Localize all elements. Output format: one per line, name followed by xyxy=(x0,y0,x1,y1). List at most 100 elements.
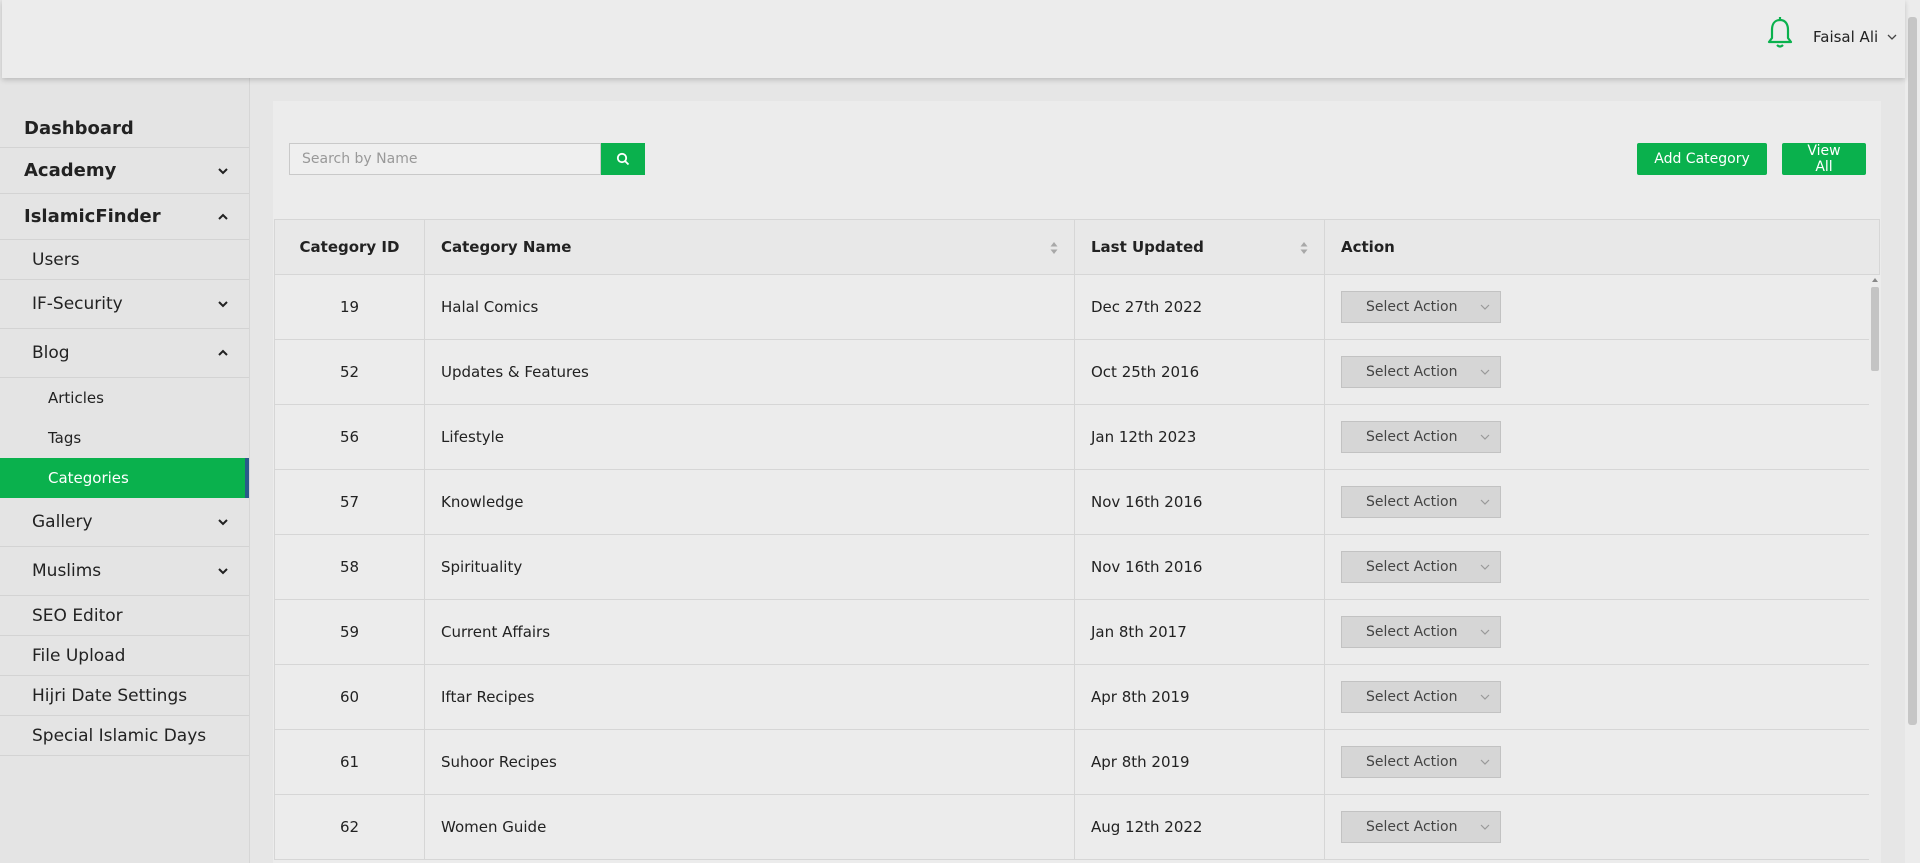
chevron-down-icon xyxy=(1887,34,1897,40)
bell-icon[interactable] xyxy=(1765,16,1795,50)
sidebar-item-label: File Upload xyxy=(32,645,126,666)
category-id-cell: 56 xyxy=(274,404,425,470)
select-action-label: Select Action xyxy=(1366,689,1458,705)
sidebar-item-label: SEO Editor xyxy=(32,605,123,626)
add-category-button[interactable]: Add Category xyxy=(1637,143,1767,175)
select-action-dropdown[interactable]: Select Action xyxy=(1341,421,1501,453)
category-name-cell: Iftar Recipes xyxy=(424,664,1075,730)
select-action-dropdown[interactable]: Select Action xyxy=(1341,486,1501,518)
main-content: Add Category View All Category ID Catego… xyxy=(273,101,1881,863)
select-action-label: Select Action xyxy=(1366,494,1458,510)
user-menu[interactable]: Faisal Ali xyxy=(1813,28,1897,46)
category-name-cell: Spirituality xyxy=(424,534,1075,600)
scroll-up-arrow-icon[interactable] xyxy=(1871,277,1879,283)
search-bar xyxy=(289,143,645,175)
sidebar-item-academy[interactable]: Academy xyxy=(0,148,249,194)
sidebar-item-muslims[interactable]: Muslims xyxy=(0,547,249,596)
category-id-cell: 58 xyxy=(274,534,425,600)
last-updated-cell: Apr 8th 2019 xyxy=(1074,664,1325,730)
column-header-name[interactable]: Category Name xyxy=(424,219,1075,275)
search-input[interactable] xyxy=(289,143,601,175)
select-action-label: Select Action xyxy=(1366,754,1458,770)
chevron-down-icon xyxy=(1480,824,1490,830)
sidebar-item-label: Users xyxy=(32,249,80,270)
category-id-cell: 57 xyxy=(274,469,425,535)
sidebar-item-dashboard[interactable]: Dashboard xyxy=(0,110,249,148)
table-header-row: Category ID Category Name Last Updated A xyxy=(274,219,1880,275)
user-name: Faisal Ali xyxy=(1813,28,1879,46)
sidebar-item-islamicfinder[interactable]: IslamicFinder xyxy=(0,194,249,240)
select-action-label: Select Action xyxy=(1366,559,1458,575)
chevron-down-icon xyxy=(218,519,228,526)
table-scrollbar-thumb[interactable] xyxy=(1871,287,1879,371)
table-body: 19 Halal Comics Dec 27th 2022 Select Action… xyxy=(274,274,1880,860)
last-updated-cell: Nov 16th 2016 xyxy=(1074,534,1325,600)
column-header-updated[interactable]: Last Updated xyxy=(1074,219,1325,275)
category-name-cell: Halal Comics xyxy=(424,274,1075,340)
action-cell: Select Action xyxy=(1324,339,1880,405)
chevron-down-icon xyxy=(1480,434,1490,440)
select-action-dropdown[interactable]: Select Action xyxy=(1341,811,1501,843)
column-header-label: Last Updated xyxy=(1091,238,1204,256)
select-action-label: Select Action xyxy=(1366,429,1458,445)
table-row: 57 Knowledge Nov 16th 2016 Select Action xyxy=(274,469,1880,535)
category-name-cell: Suhoor Recipes xyxy=(424,729,1075,795)
last-updated-cell: Jan 12th 2023 xyxy=(1074,404,1325,470)
sidebar-item-special-islamic-days[interactable]: Special Islamic Days xyxy=(0,716,249,756)
sidebar-item-label: Academy xyxy=(24,160,117,181)
category-id-cell: 60 xyxy=(274,664,425,730)
table-row: 62 Women Guide Aug 12th 2022 Select Action xyxy=(274,794,1880,860)
sidebar-item-label: Special Islamic Days xyxy=(32,725,207,746)
table-row: 52 Updates & Features Oct 25th 2016 Select … xyxy=(274,339,1880,405)
select-action-dropdown[interactable]: Select Action xyxy=(1341,551,1501,583)
select-action-dropdown[interactable]: Select Action xyxy=(1341,291,1501,323)
select-action-dropdown[interactable]: Select Action xyxy=(1341,616,1501,648)
sidebar-item-users[interactable]: Users xyxy=(0,240,249,280)
category-id-cell: 52 xyxy=(274,339,425,405)
sidebar-nav: Dashboard Academy IslamicFinder Users IF-Sec… xyxy=(0,110,249,756)
action-cell: Select Action xyxy=(1324,274,1880,340)
category-id-cell: 19 xyxy=(274,274,425,340)
search-button[interactable] xyxy=(601,143,645,175)
select-action-dropdown[interactable]: Select Action xyxy=(1341,681,1501,713)
top-bar: Faisal Ali xyxy=(2,0,1905,78)
sidebar-item-blog[interactable]: Blog xyxy=(0,329,249,378)
sidebar-item-tags[interactable]: Tags xyxy=(0,418,249,458)
sidebar-item-hijri-date-settings[interactable]: Hijri Date Settings xyxy=(0,676,249,716)
sidebar-item-label: Blog xyxy=(32,343,70,363)
sidebar-item-if-security[interactable]: IF-Security xyxy=(0,280,249,329)
chevron-up-icon xyxy=(218,213,228,220)
select-action-dropdown[interactable]: Select Action xyxy=(1341,356,1501,388)
chevron-down-icon xyxy=(1480,759,1490,765)
sort-icon[interactable] xyxy=(1300,241,1308,255)
last-updated-cell: Oct 25th 2016 xyxy=(1074,339,1325,405)
view-all-button[interactable]: View All xyxy=(1782,143,1866,175)
sidebar-item-seo-editor[interactable]: SEO Editor xyxy=(0,596,249,636)
category-name-cell: Current Affairs xyxy=(424,599,1075,665)
last-updated-cell: Aug 12th 2022 xyxy=(1074,794,1325,860)
sidebar-item-label: Gallery xyxy=(32,512,93,532)
last-updated-cell: Dec 27th 2022 xyxy=(1074,274,1325,340)
sort-icon[interactable] xyxy=(1050,241,1058,255)
chevron-down-icon xyxy=(1480,369,1490,375)
sidebar-item-categories[interactable]: Categories xyxy=(0,458,249,498)
sidebar-item-file-upload[interactable]: File Upload xyxy=(0,636,249,676)
window-scrollbar-thumb[interactable] xyxy=(1908,17,1917,725)
select-action-label: Select Action xyxy=(1366,819,1458,835)
sidebar-item-articles[interactable]: Articles xyxy=(0,378,249,418)
chevron-down-icon xyxy=(218,301,228,308)
column-header-label: Category Name xyxy=(441,238,572,256)
sidebar-item-gallery[interactable]: Gallery xyxy=(0,498,249,547)
chevron-down-icon xyxy=(218,167,228,174)
category-name-cell: Lifestyle xyxy=(424,404,1075,470)
sidebar-item-label: Tags xyxy=(48,429,82,447)
category-id-cell: 62 xyxy=(274,794,425,860)
table-row: 59 Current Affairs Jan 8th 2017 Select Acti… xyxy=(274,599,1880,665)
table-scrollbar[interactable] xyxy=(1869,275,1881,863)
action-cell: Select Action xyxy=(1324,404,1880,470)
chevron-down-icon xyxy=(1480,304,1490,310)
sidebar-item-label: Categories xyxy=(48,469,129,487)
action-cell: Select Action xyxy=(1324,664,1880,730)
window-scrollbar[interactable] xyxy=(1905,0,1920,863)
select-action-dropdown[interactable]: Select Action xyxy=(1341,746,1501,778)
